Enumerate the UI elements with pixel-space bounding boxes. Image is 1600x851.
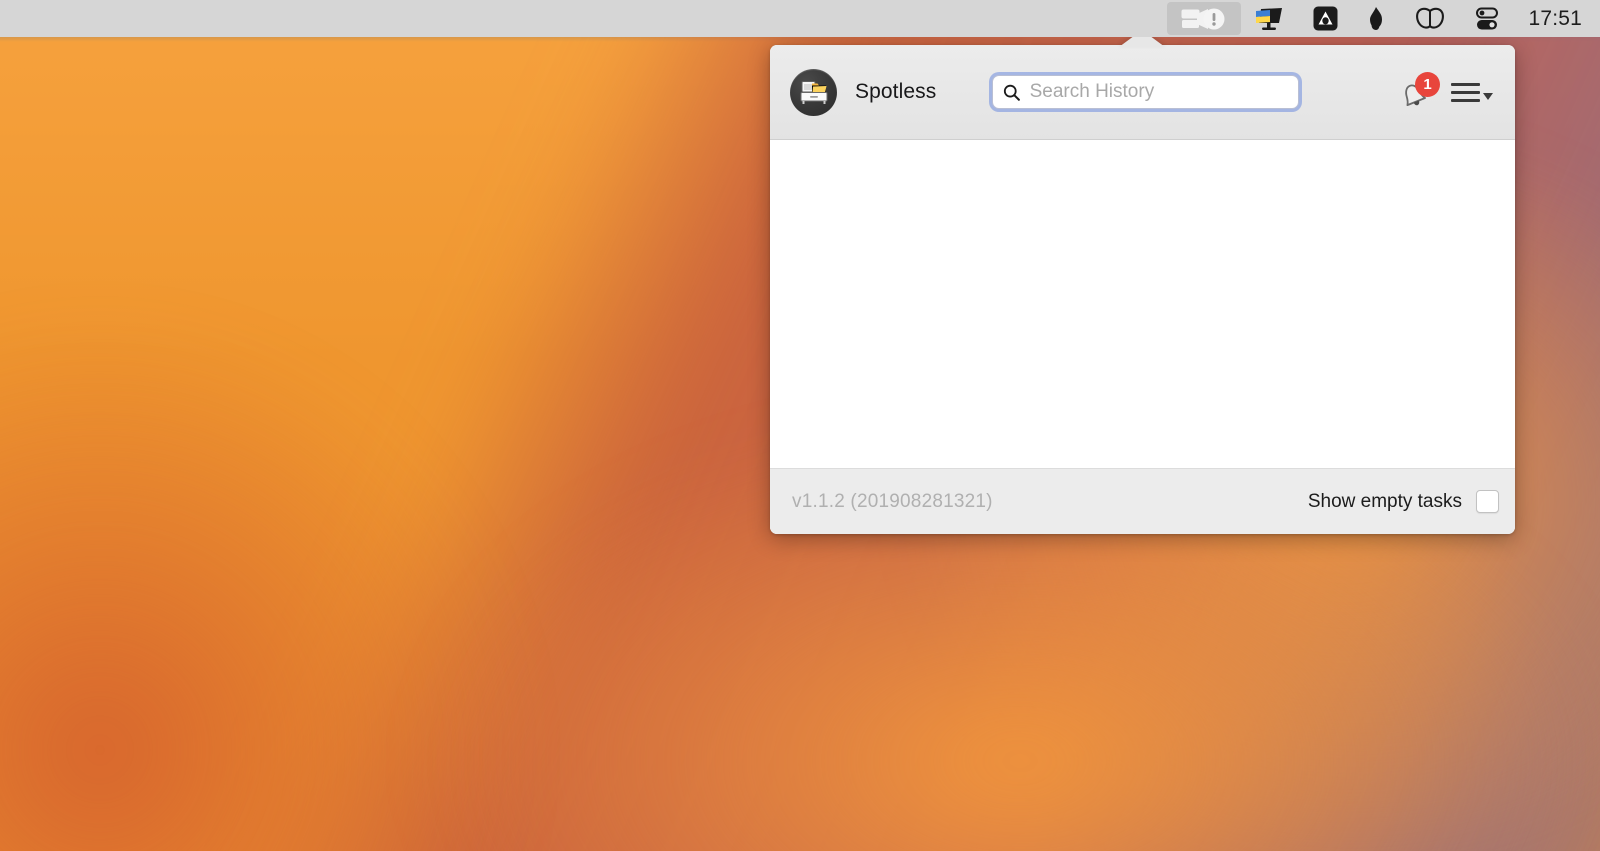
search-icon xyxy=(1004,84,1021,101)
show-empty-tasks-control[interactable]: Show empty tasks xyxy=(1308,490,1499,513)
menubar-item-spotless[interactable] xyxy=(1167,2,1242,35)
menu-bar-clock[interactable]: 17:51 xyxy=(1514,0,1582,37)
history-list-area[interactable] xyxy=(770,140,1515,468)
hamburger-menu-icon xyxy=(1451,82,1480,102)
app-logo xyxy=(790,68,837,116)
notifications-button[interactable]: 1 xyxy=(1397,72,1440,112)
toggles-icon xyxy=(1476,7,1499,29)
search-history-field[interactable] xyxy=(992,75,1300,109)
search-input[interactable] xyxy=(1029,81,1289,103)
show-empty-tasks-label: Show empty tasks xyxy=(1307,490,1462,512)
menubar-item-butterfly[interactable] xyxy=(1400,0,1460,37)
filing-cabinet-folder-icon xyxy=(800,81,827,104)
butterfly-icon xyxy=(1416,7,1445,29)
filing-cabinet-alert-icon xyxy=(1181,8,1225,29)
menubar-item-display-flag[interactable] xyxy=(1241,0,1299,37)
macos-menu-bar: 17:51 xyxy=(0,0,1600,37)
spotless-popover: Spotless 1 xyxy=(770,45,1515,534)
menubar-item-control-center[interactable] xyxy=(1460,0,1514,37)
menubar-item-flame[interactable] xyxy=(1352,0,1400,37)
monitor-ukraine-flag-icon xyxy=(1256,7,1283,30)
flame-icon xyxy=(1370,6,1383,30)
menubar-item-app-triangle[interactable] xyxy=(1299,0,1352,37)
menu-bar-status-items: 17:51 xyxy=(1167,0,1600,37)
popover-footer: v1.1.2 (201908281321) Show empty tasks xyxy=(770,468,1515,534)
menu-button[interactable] xyxy=(1451,82,1493,102)
show-empty-tasks-checkbox[interactable] xyxy=(1476,490,1499,513)
triangle-square-icon xyxy=(1313,6,1338,31)
app-title: Spotless xyxy=(855,80,937,103)
notification-badge: 1 xyxy=(1415,72,1440,97)
popover-header: Spotless 1 xyxy=(770,45,1515,140)
caret-down-icon xyxy=(1483,93,1493,100)
popover-header-actions: 1 xyxy=(1397,72,1493,112)
version-label: v1.1.2 (201908281321) xyxy=(792,490,993,512)
